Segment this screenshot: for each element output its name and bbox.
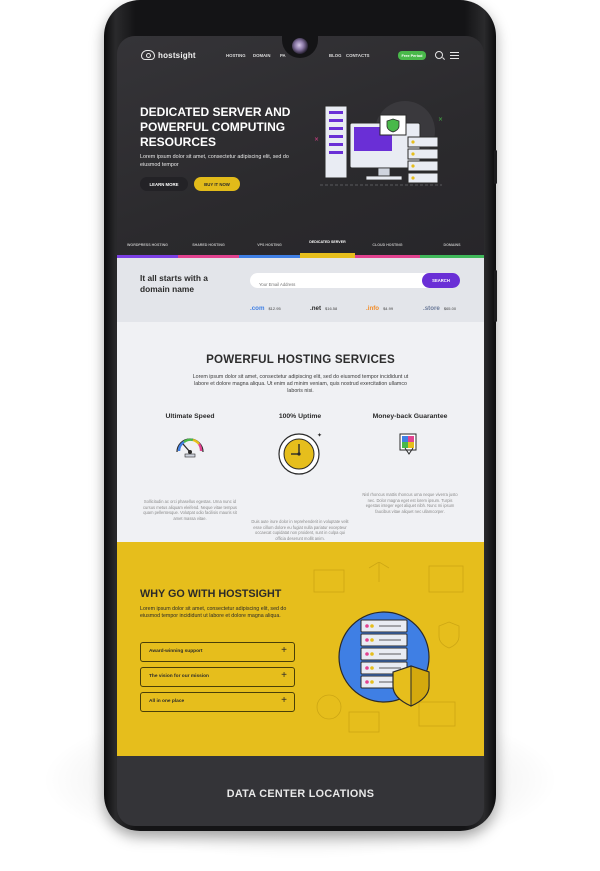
tld-price: $4.99 [383,306,394,311]
tld-ext: .info [366,305,380,312]
clock-icon: ✦ [278,432,322,475]
tld-ext: .net [310,305,322,312]
nav-item-hosting[interactable]: HOSTING [226,53,246,58]
accordion-item-vision[interactable]: The vision for our mission + [140,667,295,687]
tab-label: SHARED HOSTING [192,243,225,247]
buy-now-button[interactable]: BUY IT NOW [194,177,240,191]
hero-subtitle: Lorem ipsum dolor sit amet, consectetur … [140,154,289,168]
menu-icon[interactable] [450,52,459,59]
accordion-label: The vision for our mission [149,674,209,679]
nav-item-contacts[interactable]: CONTACTS [346,53,370,58]
tab-label: CLOUD HOSTING [372,243,403,247]
why-section: WHY GO WITH HOSTSIGHT Lorem ipsum dolor … [117,542,484,756]
tab-domains[interactable]: DOMAINS [420,237,484,258]
money-back-icon [399,433,417,455]
learn-more-button[interactable]: LEARN MORE [140,177,188,191]
logo-text: hostsight [158,50,196,60]
feature-text: Nisl rhoncus mattis rhoncus urna neque v… [362,492,458,514]
free-period-button[interactable]: Free Period [398,51,426,60]
tld-info[interactable]: .info $4.99 [366,297,393,315]
accordion-label: Award-winning support [149,649,203,654]
feature-title: Money-back Guarantee [372,413,448,420]
plus-icon[interactable]: + [281,671,287,681]
feature-ultimate-speed: Ultimate Speed [140,413,240,420]
tab-wordpress-hosting[interactable]: WORDPRESS HOSTING [117,237,178,258]
site-logo[interactable]: hostsight [141,50,196,60]
search-button[interactable]: SEARCH [422,273,460,288]
feature-text: Sollicitudin ac orci phasellus egestas. … [143,499,237,521]
domain-search-input[interactable] [250,277,410,292]
nav-item-domain[interactable]: DOMAIN [253,53,270,58]
hero-title: DEDICATED SERVER AND POWERFUL COMPUTING … [140,105,291,149]
services-subtitle: Lorem ipsum dolor sit amet, consectetur … [192,374,409,394]
svg-text:×: × [438,116,443,123]
search-icon[interactable] [435,51,443,59]
tld-store[interactable]: .store $65.00 [423,297,456,315]
why-title: WHY GO WITH HOSTSIGHT [140,588,282,600]
why-subtitle: Lorem ipsum dolor sit amet, consectetur … [140,606,287,619]
phone-screen: hostsight HOSTING DOMAIN PA BLOG CONTACT… [117,36,484,826]
feature-money-back: Money-back Guarantee [360,413,460,420]
feature-title: 100% Uptime [278,413,322,420]
services-title: POWERFUL HOSTING SERVICES [206,353,395,366]
domain-search-section: It all starts with a domain name SEARCH … [117,258,484,322]
tab-dedicated-server[interactable]: DEDICATED SERVER [300,237,355,258]
tld-ext: .com [250,305,265,312]
feature-text: Duis aute irure dolor in reprehenderit i… [251,519,349,541]
server-illustration-icon: × × [314,101,443,186]
domain-search-box: SEARCH [250,273,460,292]
phone-side-button [494,150,497,184]
tab-label: VPS HOSTING [257,243,282,247]
tld-price: $65.00 [443,306,457,311]
data-center-title: DATA CENTER LOCATIONS [226,788,375,800]
hosting-tabs: WORDPRESS HOSTING SHARED HOSTING VPS HOS… [117,237,484,258]
security-server-illustration-icon [313,562,464,733]
hosting-services-section: POWERFUL HOSTING SERVICES Lorem ipsum do… [117,322,484,542]
tab-shared-hosting[interactable]: SHARED HOSTING [178,237,239,258]
plus-icon[interactable]: + [281,696,287,706]
mockup-stage: hostsight HOSTING DOMAIN PA BLOG CONTACT… [0,0,600,871]
plus-icon[interactable]: + [281,646,287,656]
phone-side-button [494,270,497,322]
tab-label: DEDICATED SERVER [309,240,346,244]
speedometer-icon [176,438,204,458]
feature-title: Ultimate Speed [165,413,215,420]
tab-label: WORDPRESS HOSTING [127,243,168,247]
tld-price: $16.58 [325,306,338,311]
tld-net[interactable]: .net $16.58 [310,297,337,315]
domain-title: It all starts with a domain name [140,273,208,294]
cloud-eye-icon [141,50,155,60]
svg-text:×: × [314,136,319,143]
accordion-item-all-in-one[interactable]: All in one place + [140,692,295,712]
nav-item-blog[interactable]: BLOG [329,53,341,58]
nav-item-pages[interactable]: PA [280,53,286,58]
hero-section: hostsight HOSTING DOMAIN PA BLOG CONTACT… [117,36,484,258]
data-center-section: DATA CENTER LOCATIONS [117,756,484,826]
camera-icon [292,38,308,54]
tab-cloud-hosting[interactable]: CLOUD HOSTING [355,237,420,258]
accordion-label: All in one place [149,699,185,704]
svg-text:✦: ✦ [317,432,322,439]
accordion-item-award-support[interactable]: Award-winning support + [140,642,295,662]
tld-com[interactable]: .com $12.95 [250,297,281,315]
tab-label: DOMAINS [443,243,461,247]
feature-uptime: 100% Uptime [250,413,350,420]
tld-price: $12.95 [268,306,281,311]
tab-vps-hosting[interactable]: VPS HOSTING [239,237,300,258]
tld-ext: .store [423,305,440,312]
